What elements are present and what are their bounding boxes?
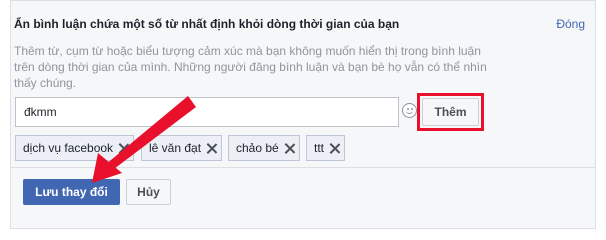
cancel-button[interactable]: Hủy <box>126 179 171 205</box>
tag-label: lê văn đạt <box>149 141 202 155</box>
remove-tag-icon[interactable] <box>206 143 217 154</box>
blocked-word-input[interactable] <box>16 98 398 126</box>
tag-item: chảo bé <box>228 135 300 161</box>
divider <box>11 167 595 168</box>
blocked-word-input-container <box>15 97 399 127</box>
tag-item: dịch vụ facebook <box>15 135 135 161</box>
remove-tag-icon[interactable] <box>118 143 129 154</box>
tag-item: lê văn đạt <box>141 135 223 161</box>
panel-description: Thêm từ, cụm từ hoặc biểu tượng cảm xúc … <box>14 44 487 90</box>
emoji-mouth <box>406 110 413 114</box>
tag-label: ttt <box>314 141 325 155</box>
panel-title: Ẩn bình luận chứa một số từ nhất định kh… <box>14 17 400 31</box>
emoji-icon[interactable] <box>402 103 417 118</box>
tag-label: chảo bé <box>236 141 279 155</box>
remove-tag-icon[interactable] <box>329 143 340 154</box>
blocked-words-panel: Ẩn bình luận chứa một số từ nhất định kh… <box>10 0 596 229</box>
remove-tag-icon[interactable] <box>284 143 295 154</box>
tag-label: dịch vụ facebook <box>23 141 114 155</box>
add-button[interactable]: Thêm <box>422 98 479 126</box>
close-link[interactable]: Đóng <box>556 17 585 31</box>
save-changes-button[interactable]: Lưu thay đổi <box>23 179 120 205</box>
tag-item: ttt <box>306 135 346 161</box>
